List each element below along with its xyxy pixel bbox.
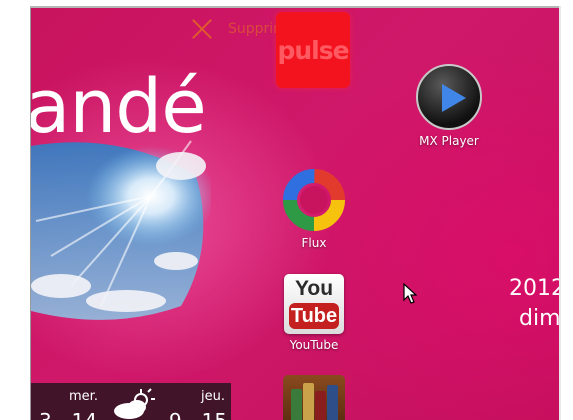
forecast-day-1: mer. — [69, 389, 98, 404]
mx-player-icon — [416, 64, 482, 130]
home-screen[interactable]: andé Supprimer pulse MX Player Flux You … — [30, 8, 561, 420]
pulse-label: pulse — [277, 36, 349, 65]
partly-cloudy-icon — [114, 388, 155, 419]
app-label: YouTube — [289, 338, 339, 352]
pulse-app-dragged[interactable]: pulse — [276, 12, 350, 88]
youtube-icon: You Tube — [284, 274, 344, 334]
youtube-you-text: You — [294, 277, 334, 300]
date-year: 2012 — [509, 276, 561, 301]
app-label: MX Player — [419, 134, 479, 148]
close-icon — [191, 18, 213, 40]
forecast-day-2: jeu. — [201, 389, 225, 404]
app-flux[interactable]: Flux — [259, 168, 369, 250]
flux-icon — [282, 168, 346, 232]
date-day: dim — [519, 306, 561, 331]
app-youtube[interactable]: You Tube YouTube — [259, 274, 369, 352]
forecast-temp-2: 9 - 15 — [169, 409, 227, 420]
weather-sun-illustration — [31, 140, 211, 320]
app-mx-player[interactable]: MX Player — [394, 64, 504, 148]
date-widget: 2012 dim — [509, 274, 561, 334]
window-frame-right — [559, 6, 561, 420]
play-icon — [442, 84, 466, 112]
mouse-cursor-icon — [403, 283, 417, 304]
app-label: Flux — [301, 236, 327, 250]
books-icon — [283, 375, 345, 420]
forecast-temp-1: 3 - 14 — [39, 409, 97, 420]
youtube-tube-text: Tube — [289, 303, 339, 329]
app-books[interactable] — [259, 375, 369, 420]
weather-forecast-strip[interactable]: mer. jeu. 3 - 14 9 - 15 — [31, 383, 231, 420]
